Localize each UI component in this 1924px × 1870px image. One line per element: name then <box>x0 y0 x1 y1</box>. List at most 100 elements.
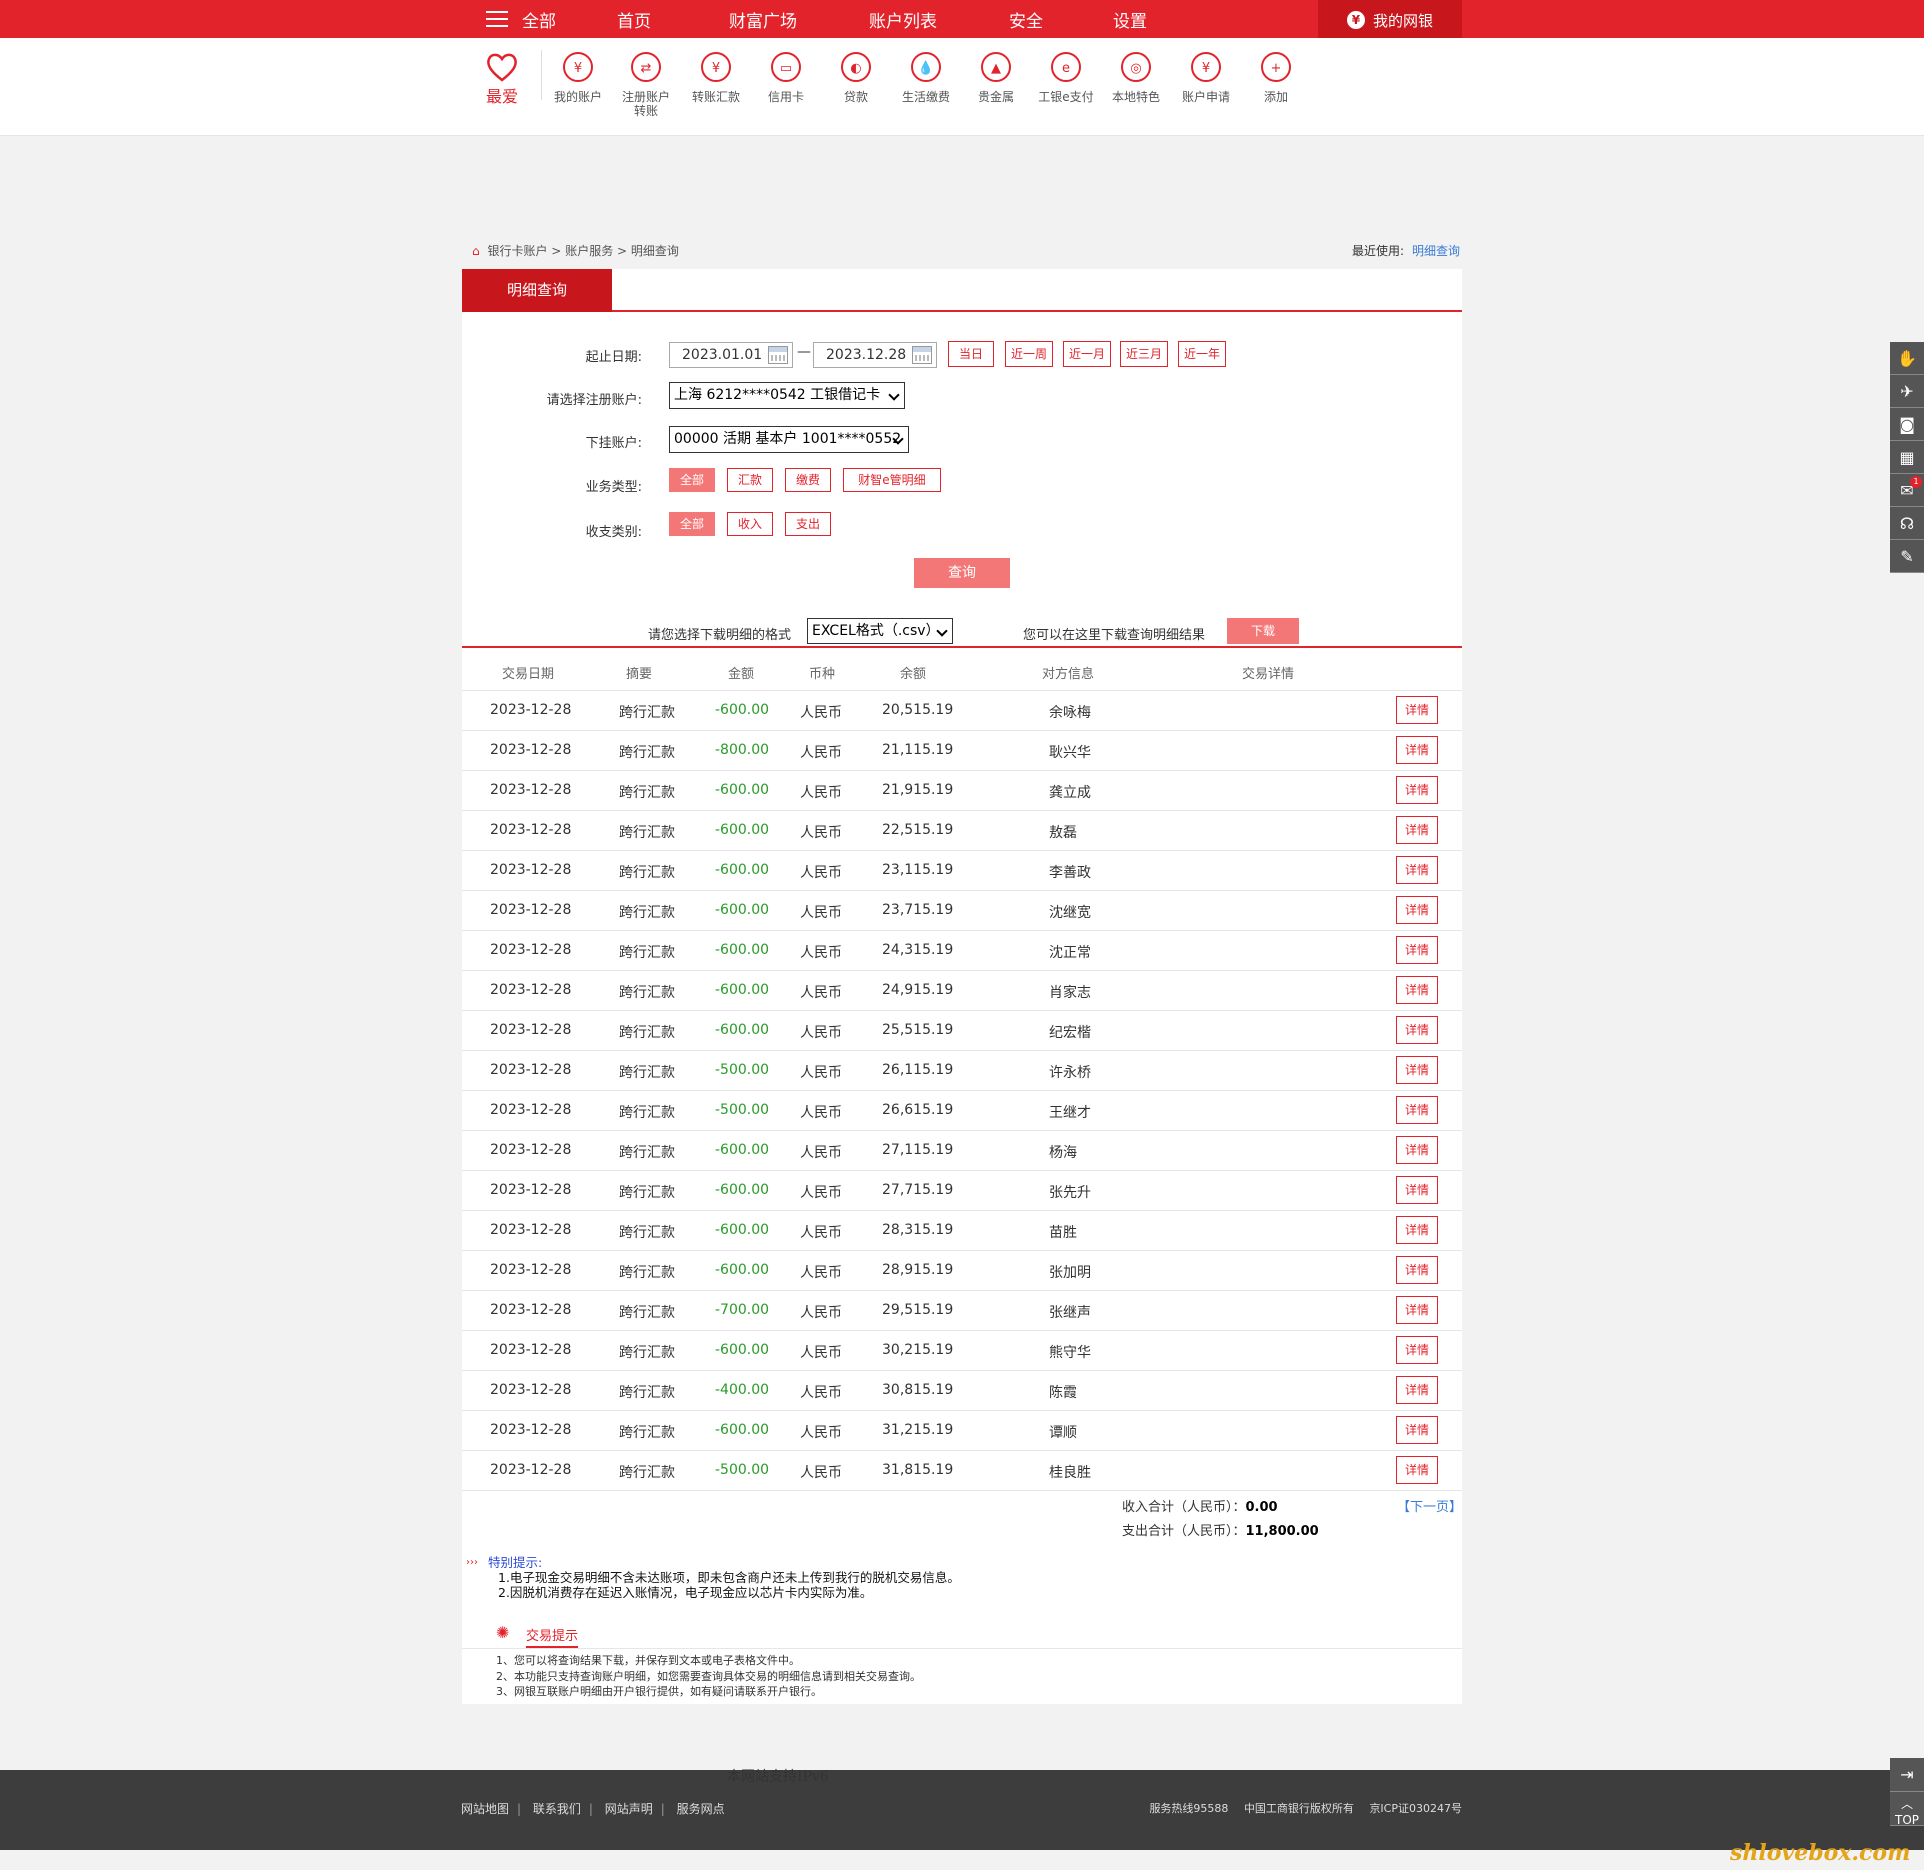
footer-link-contact[interactable]: 联系我们 <box>533 1802 581 1816</box>
format-select[interactable]: EXCEL格式（.csv） <box>807 618 953 644</box>
table-row: 2023-12-28 跨行汇款 -600.00 人民币 23,715.19 沈继宽 详情 <box>462 891 1462 931</box>
range-year-button[interactable]: 近一年 <box>1178 341 1226 367</box>
quick-fav[interactable]: 最爱 <box>467 50 537 105</box>
tab-detail-query[interactable]: 明细查询 <box>462 269 612 312</box>
sub-account-select[interactable]: 00000 活期 基本户 1001****0552 <box>669 426 909 453</box>
trade-tip-line: 3、网银互联账户明细由开户银行提供，如有疑问请联系开户银行。 <box>496 1685 822 1698</box>
home-icon[interactable]: ⌂ <box>472 244 480 258</box>
nav-home[interactable]: 首页 <box>617 7 729 32</box>
breadcrumb-item[interactable]: 银行卡账户 <box>487 244 547 258</box>
headset-icon[interactable]: ☊ <box>1890 507 1924 540</box>
breadcrumb: ⌂ 银行卡账户 > 账户服务 > 明细查询 <box>472 242 679 259</box>
query-button[interactable]: 查询 <box>914 558 1010 588</box>
detail-button[interactable]: 详情 <box>1396 1456 1438 1484</box>
start-date-input[interactable]: 2023.01.01 <box>669 342 793 368</box>
quick-item[interactable]: ⇄ 注册账户 转账 <box>611 50 681 118</box>
biz-type-label: 业务类型: <box>585 480 642 495</box>
detail-button[interactable]: 详情 <box>1396 1176 1438 1204</box>
detail-button[interactable]: 详情 <box>1396 856 1438 884</box>
nav-settings[interactable]: 设置 <box>1113 7 1147 32</box>
biz-emanage-chip[interactable]: 财智e管明细 <box>843 468 941 492</box>
io-income-chip[interactable]: 收入 <box>727 512 773 536</box>
quick-item[interactable]: ¥ 账户申请 <box>1171 50 1241 104</box>
back-to-top-button[interactable]: ︿ TOP <box>1890 1792 1924 1827</box>
calendar-icon[interactable] <box>768 346 788 364</box>
nav-all[interactable]: 全部 <box>522 7 617 32</box>
next-page-link[interactable]: 【下一页】 <box>1397 1496 1462 1515</box>
menu-icon[interactable] <box>486 11 508 27</box>
money-bag-icon: ¥ <box>1346 11 1365 29</box>
range-3month-button[interactable]: 近三月 <box>1120 341 1168 367</box>
note-icon[interactable]: ✎ <box>1890 540 1924 573</box>
detail-button[interactable]: 详情 <box>1396 1096 1438 1124</box>
calendar-icon[interactable] <box>912 346 932 364</box>
hand-coin-icon[interactable]: ✋ <box>1890 342 1924 375</box>
nav-wealth[interactable]: 财富广场 <box>729 7 869 32</box>
svg-text:◐: ◐ <box>850 61 861 76</box>
detail-button[interactable]: 详情 <box>1396 1016 1438 1044</box>
detail-button[interactable]: 详情 <box>1396 936 1438 964</box>
range-week-button[interactable]: 近一周 <box>1005 341 1053 367</box>
quick-item[interactable]: ◎ 本地特色 <box>1101 50 1171 104</box>
detail-button[interactable]: 详情 <box>1396 816 1438 844</box>
io-all-chip[interactable]: 全部 <box>669 512 715 536</box>
footer-icp[interactable]: 京ICP证030247号 <box>1369 1802 1462 1815</box>
mail-icon[interactable]: ✉ 1 <box>1890 474 1924 507</box>
trade-tip-list: 1、您可以将查询结果下载，并保存到文本或电子表格文件中。 2、本功能只支持查询账… <box>496 1653 921 1700</box>
quick-item[interactable]: ◐ 贷款 <box>821 50 891 104</box>
biz-remit-chip[interactable]: 汇款 <box>727 468 773 492</box>
detail-button[interactable]: 详情 <box>1396 1256 1438 1284</box>
detail-button[interactable]: 详情 <box>1396 896 1438 924</box>
recent-link[interactable]: 明细查询 <box>1412 244 1460 258</box>
detail-button[interactable]: 详情 <box>1396 1216 1438 1244</box>
cell-currency: 人民币 <box>800 905 842 921</box>
account-label: 请选择注册账户: <box>546 393 642 408</box>
quick-item[interactable]: ¥ 我的账户 <box>543 50 613 104</box>
footer-info: 服务热线95588 中国工商银行版权所有 京ICP证030247号 <box>1137 1800 1462 1816</box>
detail-button[interactable]: 详情 <box>1396 1376 1438 1404</box>
quick-item[interactable]: ▭ 信用卡 <box>751 50 821 104</box>
quick-item[interactable]: ¥ 转账汇款 <box>681 50 751 104</box>
collapse-icon[interactable]: ⇥ <box>1890 1758 1924 1792</box>
detail-button[interactable]: 详情 <box>1396 1336 1438 1364</box>
quick-item[interactable]: ▲ 贵金属 <box>961 50 1031 104</box>
detail-button[interactable]: 详情 <box>1396 776 1438 804</box>
biz-payment-chip[interactable]: 缴费 <box>785 468 831 492</box>
cell-currency: 人民币 <box>800 825 842 841</box>
cell-counterparty: 纪宏楷 <box>1049 1025 1091 1041</box>
cell-date: 2023-12-28 <box>490 1102 572 1118</box>
detail-button[interactable]: 详情 <box>1396 1056 1438 1084</box>
detail-button[interactable]: 详情 <box>1396 976 1438 1004</box>
my-bank-button[interactable]: ¥ 我的网银 <box>1318 0 1462 40</box>
footer-link-outlets[interactable]: 服务网点 <box>677 1802 725 1816</box>
range-today-button[interactable]: 当日 <box>948 341 994 367</box>
account-select[interactable]: 上海 6212****0542 工银借记卡 <box>669 382 905 409</box>
nav-security[interactable]: 安全 <box>1009 7 1113 32</box>
cell-summary: 跨行汇款 <box>619 785 675 801</box>
nav-account-list[interactable]: 账户列表 <box>869 7 1009 32</box>
quick-item[interactable]: e 工银e支付 <box>1031 50 1101 104</box>
detail-button[interactable]: 详情 <box>1396 736 1438 764</box>
camera-icon[interactable]: ◙ <box>1890 408 1924 441</box>
biz-all-chip[interactable]: 全部 <box>669 468 715 492</box>
quick-item[interactable]: 💧 生活缴费 <box>891 50 961 104</box>
io-expense-chip[interactable]: 支出 <box>785 512 831 536</box>
footer-link-sitemap[interactable]: 网站地图 <box>461 1802 509 1816</box>
detail-button[interactable]: 详情 <box>1396 1416 1438 1444</box>
detail-button[interactable]: 详情 <box>1396 1296 1438 1324</box>
cell-currency: 人民币 <box>800 1065 842 1081</box>
end-date-input[interactable]: 2023.12.28 <box>813 342 937 368</box>
calendar-yuan-icon[interactable]: ▦ <box>1890 441 1924 474</box>
income-total-label: 收入合计（人民币）： <box>1122 1500 1246 1515</box>
cell-amount: -600.00 <box>715 982 770 998</box>
download-button[interactable]: 下载 <box>1227 618 1299 644</box>
detail-button[interactable]: 详情 <box>1396 1136 1438 1164</box>
range-month-button[interactable]: 近一月 <box>1063 341 1111 367</box>
detail-button[interactable]: 详情 <box>1396 696 1438 724</box>
quick-item[interactable]: + 添加 <box>1241 50 1311 104</box>
breadcrumb-item[interactable]: 账户服务 <box>565 244 613 258</box>
cell-summary: 跨行汇款 <box>619 1185 675 1201</box>
paper-plane-icon[interactable]: ✈ <box>1890 375 1924 408</box>
footer-link-statement[interactable]: 网站声明 <box>605 1802 653 1816</box>
special-tip-line: 2.因脱机消费存在延迟入账情况，电子现金应以芯片卡内实际为准。 <box>498 1585 873 1600</box>
